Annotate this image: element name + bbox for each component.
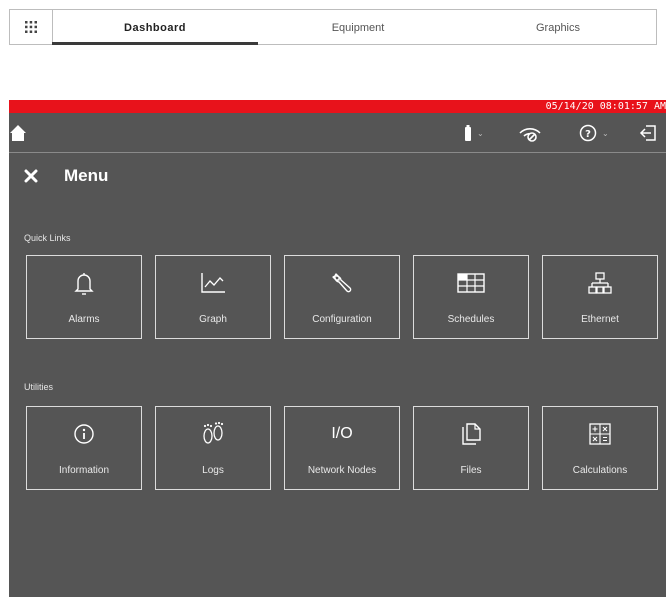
tile-label: Information (58, 465, 110, 476)
menu-title: Menu (64, 166, 109, 185)
battery-menu[interactable]: ⌄ (464, 113, 484, 153)
chevron-down-icon: ⌄ (602, 128, 609, 138)
tile-label: Calculations (572, 465, 628, 476)
bell-icon (74, 273, 94, 295)
wrench-icon (332, 273, 352, 293)
menu-header: Menu (24, 164, 108, 188)
close-icon[interactable] (24, 169, 38, 183)
footprints-icon (203, 421, 224, 444)
tile-label: Files (460, 465, 482, 476)
io-icon: I/O (331, 425, 353, 442)
files-tile[interactable]: Files (413, 406, 529, 490)
schedule-grid-icon (457, 273, 485, 293)
network-nodes-tile[interactable]: I/O Network Nodes (284, 406, 400, 490)
status-bar: ⌄ ? ⌄ (9, 113, 666, 153)
graph-tile[interactable]: Graph (155, 255, 271, 339)
calculator-icon (589, 423, 611, 445)
schedules-tile[interactable]: Schedules (413, 255, 529, 339)
tile-label: Alarms (68, 314, 100, 325)
grid-icon (25, 21, 37, 33)
ethernet-tile[interactable]: Ethernet (542, 255, 658, 339)
tile-label: Configuration (312, 314, 372, 325)
tab-graphics[interactable]: Graphics (458, 10, 658, 44)
wireless-off-icon (519, 128, 541, 142)
tile-label: Schedules (447, 314, 495, 325)
tab-dashboard[interactable]: Dashboard (52, 10, 258, 44)
home-button[interactable] (9, 113, 27, 153)
calculations-tile[interactable]: Calculations (542, 406, 658, 490)
logs-tile[interactable]: Logs (155, 406, 271, 490)
tile-label: Ethernet (581, 314, 619, 325)
svg-text:?: ? (585, 129, 591, 140)
datetime-display: 05/14/20 08:01:57 AM (545, 101, 666, 112)
alarms-tile[interactable]: Alarms (26, 255, 142, 339)
utilities-heading: Utilities (24, 382, 54, 392)
information-tile[interactable]: Information (26, 406, 142, 490)
home-icon (10, 125, 26, 141)
help-icon: ? (579, 124, 597, 142)
logout-icon (639, 125, 656, 141)
tile-label: Logs (202, 465, 224, 476)
tab-equipment[interactable]: Equipment (258, 10, 458, 44)
info-icon (74, 424, 94, 444)
tile-label: Network Nodes (307, 465, 377, 476)
help-menu[interactable]: ? ⌄ (579, 113, 609, 153)
active-tab-indicator (52, 42, 258, 45)
network-icon (588, 272, 612, 294)
quick-links-heading: Quick Links (24, 233, 71, 243)
graph-icon (201, 273, 225, 293)
top-status-strip: 05/14/20 08:01:57 AM (9, 100, 666, 113)
tile-label: Graph (199, 314, 227, 325)
top-tab-bar: Dashboard Equipment Graphics (9, 9, 657, 45)
configuration-tile[interactable]: Configuration (284, 255, 400, 339)
files-icon (462, 423, 481, 445)
chevron-down-icon: ⌄ (477, 128, 484, 138)
apps-grid-button[interactable] (10, 10, 53, 44)
battery-icon (465, 125, 471, 141)
wireless-status[interactable] (517, 113, 543, 153)
logout-button[interactable] (639, 113, 657, 153)
device-screen: 05/14/20 08:01:57 AM ⌄ ? ⌄ Menu Quick Li… (9, 100, 666, 597)
